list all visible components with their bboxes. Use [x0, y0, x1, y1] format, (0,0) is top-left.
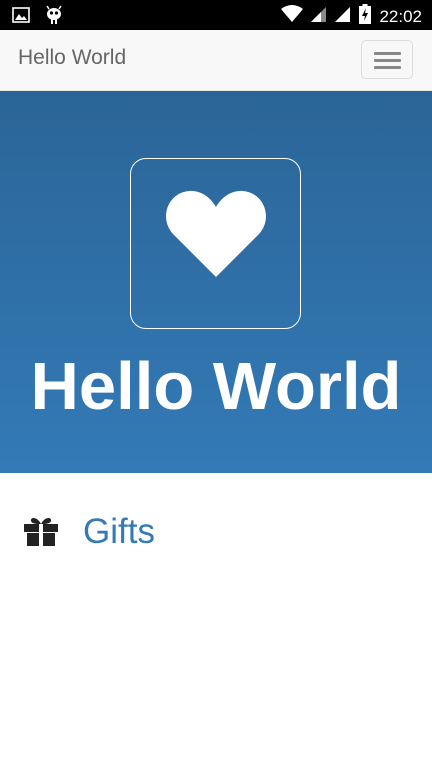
status-bar-notifications — [12, 5, 64, 30]
navbar-brand[interactable]: Hello World — [18, 46, 126, 70]
debug-bug-icon — [44, 5, 64, 30]
wifi-icon — [281, 5, 304, 28]
image-icon — [12, 6, 30, 29]
status-time: 22:02 — [379, 6, 422, 26]
status-bar: 22:02 — [0, 0, 432, 30]
list-item-label: Gifts — [83, 512, 155, 551]
list-item-gifts[interactable]: Gifts — [0, 500, 432, 564]
status-bar-system: 22:02 — [281, 4, 422, 29]
hero-banner: Hello World — [0, 91, 432, 473]
battery-charging-icon — [359, 4, 372, 29]
hero-title: Hello World — [30, 349, 402, 424]
navbar: Hello World — [0, 30, 432, 91]
heart-icon — [165, 189, 267, 284]
hero-icon-frame — [130, 158, 301, 329]
gift-icon — [24, 516, 58, 551]
cell-signal-icon — [335, 5, 351, 28]
cell-signal-icon — [311, 5, 327, 28]
menu-toggle-button[interactable] — [361, 40, 413, 79]
